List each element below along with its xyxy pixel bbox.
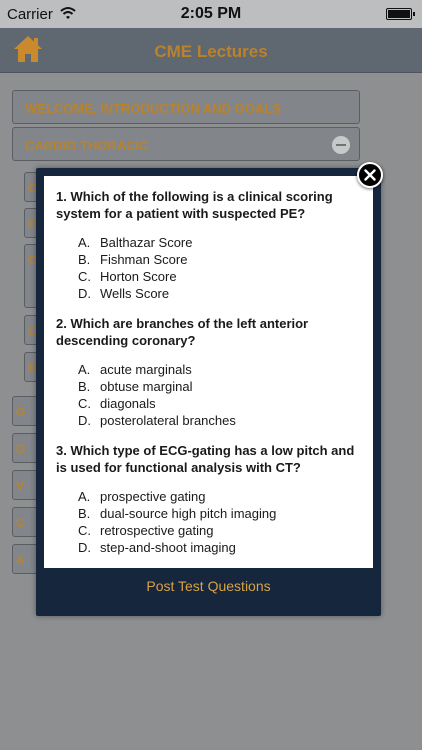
answer-text: Wells Score bbox=[100, 286, 170, 301]
status-bar: Carrier 2:05 PM bbox=[0, 0, 422, 28]
answer-option: B. Fishman Score bbox=[78, 251, 361, 268]
section-label: WELCOME, INTRODUCTION AND GOALS bbox=[25, 101, 281, 116]
battery-icon bbox=[386, 8, 415, 20]
section-welcome[interactable]: WELCOME, INTRODUCTION AND GOALS bbox=[12, 90, 360, 124]
answer-text: obtuse marginal bbox=[100, 379, 193, 394]
page-title: CME Lectures bbox=[154, 42, 268, 61]
answer-option: D. posterolateral branches bbox=[78, 412, 361, 429]
question-3: 3. Which type of ECG-gating has a low pi… bbox=[56, 442, 361, 556]
answer-option: A. Balthazar Score bbox=[78, 234, 361, 251]
answer-text: retrospective gating bbox=[100, 523, 214, 538]
quiz-modal: 1. Which of the following is a clinical … bbox=[36, 168, 381, 616]
nav-bar: CME Lectures bbox=[0, 28, 422, 73]
answer-letter: C. bbox=[78, 396, 91, 411]
list-item-label: E bbox=[28, 361, 37, 375]
answer-text: Horton Score bbox=[100, 269, 177, 284]
answer-option: A. acute marginals bbox=[78, 361, 361, 378]
quiz-content[interactable]: 1. Which of the following is a clinical … bbox=[44, 176, 373, 568]
answer-letter: C. bbox=[78, 523, 91, 538]
question-2: 2. Which are branches of the left anteri… bbox=[56, 315, 361, 429]
question-text: 2. Which are branches of the left anteri… bbox=[56, 316, 309, 348]
list-item-label: A bbox=[16, 553, 25, 567]
answer-option: C. diagonals bbox=[78, 395, 361, 412]
section-cardio-thoracic[interactable]: CARDIO THORACIC bbox=[12, 127, 360, 161]
answer-option: B. obtuse marginal bbox=[78, 378, 361, 395]
answer-letter: B. bbox=[78, 506, 91, 521]
answer-text: diagonals bbox=[100, 396, 156, 411]
close-button[interactable] bbox=[357, 162, 383, 188]
question-1: 1. Which of the following is a clinical … bbox=[56, 188, 361, 302]
answer-option: D. Wells Score bbox=[78, 285, 361, 302]
answer-text: Balthazar Score bbox=[100, 235, 193, 250]
answer-letter: A. bbox=[78, 362, 91, 377]
question-text: 1. Which of the following is a clinical … bbox=[56, 189, 333, 221]
list-item-label: G bbox=[16, 442, 26, 456]
answer-letter: A. bbox=[78, 235, 91, 250]
post-test-questions-link[interactable]: Post Test Questions bbox=[36, 578, 381, 594]
answer-text: acute marginals bbox=[100, 362, 192, 377]
close-icon bbox=[364, 169, 376, 181]
minus-circle-icon[interactable] bbox=[332, 136, 350, 154]
answer-option: A. prospective gating bbox=[78, 488, 361, 505]
answer-option: C. retrospective gating bbox=[78, 522, 361, 539]
answer-letter: B. bbox=[78, 252, 91, 267]
list-item-label: G bbox=[16, 405, 26, 419]
answer-letter: B. bbox=[78, 379, 91, 394]
answer-option: B. dual-source high pitch imaging bbox=[78, 505, 361, 522]
question-text: 3. Which type of ECG-gating has a low pi… bbox=[56, 443, 355, 475]
answer-letter: C. bbox=[78, 269, 91, 284]
answer-option: D. step-and-shoot imaging bbox=[78, 539, 361, 556]
list-item-label: V bbox=[16, 479, 25, 493]
answer-letter: D. bbox=[78, 540, 91, 555]
answer-list: A. Balthazar Score B. Fishman Score C. Hort… bbox=[56, 234, 361, 302]
answer-list: A. prospective gating B. dual-source high … bbox=[56, 488, 361, 556]
section-label: CARDIO THORACIC bbox=[25, 138, 149, 153]
answer-text: step-and-shoot imaging bbox=[100, 540, 236, 555]
answer-letter: D. bbox=[78, 413, 91, 428]
answer-text: Fishman Score bbox=[100, 252, 188, 267]
answer-letter: A. bbox=[78, 489, 91, 504]
answer-option: C. Horton Score bbox=[78, 268, 361, 285]
answer-text: prospective gating bbox=[100, 489, 206, 504]
status-time: 2:05 PM bbox=[180, 5, 242, 22]
answer-letter: D. bbox=[78, 286, 91, 301]
list-item-label: C bbox=[16, 516, 25, 530]
answer-text: dual-source high pitch imaging bbox=[100, 506, 277, 521]
answer-text: posterolateral branches bbox=[100, 413, 236, 428]
answer-list: A. acute marginals B. obtuse marginal C. di… bbox=[56, 361, 361, 429]
